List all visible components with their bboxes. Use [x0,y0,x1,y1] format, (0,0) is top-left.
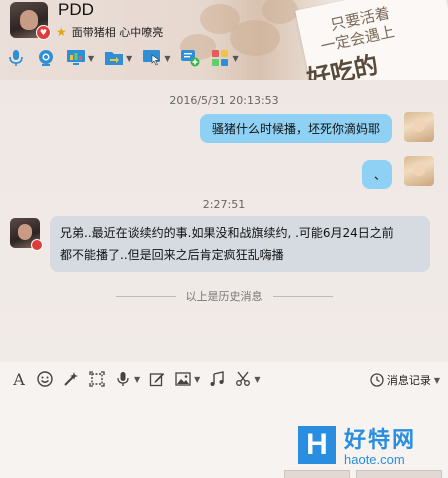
message-history-button[interactable]: 消息记录 ▼ [370,372,440,388]
send-button[interactable] [356,470,442,478]
screenshot-icon[interactable] [88,370,106,388]
brand-domain: haote.com [344,452,405,467]
contact-avatar[interactable]: ♥ [10,2,51,40]
history-label: 以上是历史消息 [185,290,263,303]
music-icon[interactable] [208,370,226,388]
chat-toolbar: ▼ ▼ ▼ ▼ [6,46,249,70]
self-avatar[interactable] [404,156,434,186]
message-timestamp: 2016/5/31 20:13:53 [169,94,279,107]
emoji-icon[interactable] [36,370,54,388]
video-call-icon [36,48,56,68]
apps-icon [210,48,230,68]
file-transfer-icon [104,48,124,68]
heart-badge-icon [31,239,43,251]
message-bubble-self[interactable]: 、 [362,160,392,189]
message-bubble-self[interactable]: 骚猪什么时候播，坯死你滴妈耶 [199,114,392,143]
add-contact-icon [180,48,200,68]
file-transfer-button[interactable]: ▼ [104,48,132,68]
apps-button[interactable]: ▼ [210,48,239,68]
divider-line [115,295,176,297]
contact-status: ★ 面带猪相 心中嘹亮 [56,24,163,40]
chevron-down-icon[interactable]: ▼ [254,375,260,384]
remote-desktop-icon [142,48,162,68]
video-call-button[interactable] [36,48,56,68]
voice-call-button[interactable] [6,48,26,68]
edit-icon[interactable] [148,370,166,388]
status-text: 面带猪相 心中嘹亮 [71,26,164,39]
chevron-down-icon[interactable]: ▼ [134,375,140,384]
chevron-down-icon[interactable]: ▼ [194,375,200,384]
message-bubble-contact[interactable]: 兄弟..最近在谈续约的事.如果没和战旗续约, .可能6月24日之前 都不能播了.… [50,216,430,272]
divider-line [272,295,333,297]
microphone-icon[interactable] [114,370,132,388]
magic-wand-icon[interactable] [62,370,80,388]
message-history-label: 消息记录 [386,374,431,387]
heart-badge-icon: ♥ [36,25,51,40]
microphone-icon [6,48,26,68]
message-timestamp: 2:27:51 [202,198,246,211]
add-contact-button[interactable] [180,48,200,68]
screen-share-button[interactable]: ▼ [66,48,94,68]
chevron-down-icon: ▼ [433,375,440,385]
chevron-down-icon[interactable]: ▼ [126,54,132,63]
brand-logo-icon: H [298,425,336,464]
screen-share-icon [66,48,86,68]
self-avatar[interactable] [404,112,434,142]
history-divider: 以上是历史消息 [0,288,448,304]
contact-name[interactable]: PDD [58,0,94,20]
contact-avatar[interactable] [10,218,43,251]
brand-name: 好特网 [344,428,417,453]
scissors-icon[interactable] [234,370,252,388]
input-toolbar: A ▼ ▼ ▼ [10,370,268,389]
chevron-down-icon[interactable]: ▼ [88,54,94,63]
watermark-logo: H 好特网 haote.com [298,422,416,467]
remote-desktop-button[interactable]: ▼ [142,48,170,68]
input-area[interactable]: A ▼ ▼ ▼ 消息记录 ▼ H 好特网 haote.com [0,362,448,478]
message-list[interactable]: 2016/5/31 20:13:53 骚猪什么时候播，坯死你滴妈耶 、 2:27… [0,80,448,362]
clock-icon [370,373,384,387]
image-icon[interactable] [174,370,192,388]
decor-blob [262,0,298,24]
chat-window: 只要活着 一定会遇上 好吃的 ♥ PDD ★ 面带猪相 心中嘹亮 ▼ ▼ ▼ ▼… [0,0,448,478]
message-text-line: 兄弟..最近在谈续约的事.如果没和战旗续约, .可能6月24日之前 [60,226,394,240]
chevron-down-icon[interactable]: ▼ [232,54,238,63]
font-icon[interactable]: A [10,370,28,389]
chat-header: 只要活着 一定会遇上 好吃的 ♥ PDD ★ 面带猪相 心中嘹亮 ▼ ▼ ▼ ▼ [0,0,448,119]
close-button[interactable] [284,470,350,478]
message-text-line: 都不能播了..但是回来之后肯定疯狂乱嗨播 [60,248,284,262]
star-icon: ★ [56,25,67,39]
chevron-down-icon[interactable]: ▼ [164,54,170,63]
